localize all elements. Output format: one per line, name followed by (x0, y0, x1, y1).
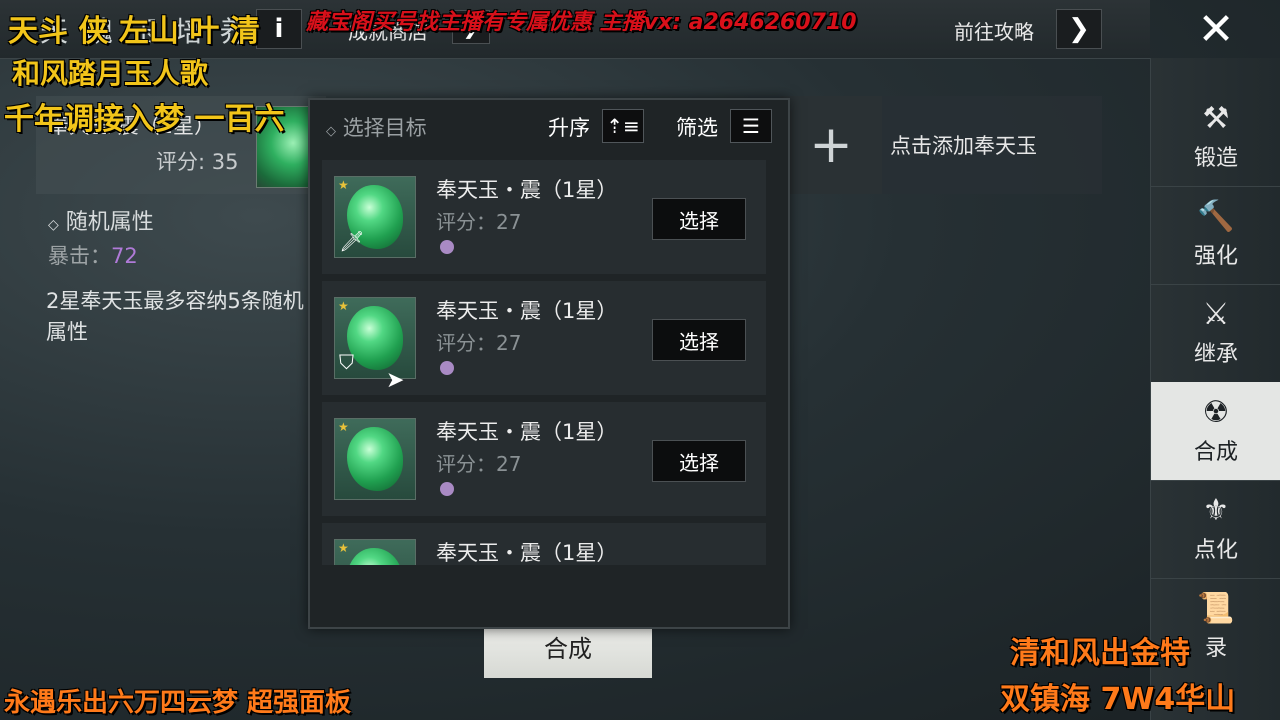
guide-link[interactable]: 前往攻略 (954, 16, 1034, 45)
close-icon: ✕ (1197, 3, 1235, 55)
anvil-icon: ⚒ (1202, 101, 1230, 136)
inherit-icon: ⚔ (1202, 297, 1230, 332)
overlay-top-banner: 藏宝阁买号找主播有专属优惠 主播vx: a2646260710 (306, 10, 857, 35)
info-icon: i (274, 14, 284, 44)
item-name: 奉天玉・震（1星） (436, 178, 618, 202)
gem-icon (347, 548, 403, 565)
hammer-icon: 🔨 (1197, 199, 1235, 234)
sidebar-item-label: 点化 (1193, 538, 1238, 563)
list-item[interactable]: ★ 奉天玉・震（1星） (322, 523, 766, 565)
compose-icon: ☢ (1202, 395, 1230, 430)
star-icon: ★ (338, 420, 349, 434)
popup-title-wrap: ◇ 选择目标 (326, 112, 427, 142)
scroll-icon: 📜 (1197, 591, 1235, 626)
attr-note: 2星奉天玉最多容纳5条随机属性 (46, 289, 304, 344)
selected-item-score: 评分: 35 (156, 150, 239, 174)
sidebar-item-enlighten[interactable]: ⚜ 点化 (1151, 480, 1280, 579)
star-icon: ★ (338, 178, 349, 192)
sidebar-item-enhance[interactable]: 🔨 强化 (1151, 186, 1280, 285)
attr-label: 暴击： (48, 244, 111, 268)
overlay-line-1: 天斗 侠 左山 叶 清 (8, 14, 260, 49)
quality-dot (440, 240, 454, 254)
sidebar-item-label: 强化 (1193, 244, 1238, 269)
select-button[interactable]: 选择 (652, 319, 746, 361)
enlighten-icon: ⚜ (1202, 493, 1230, 528)
sidebar: ⚒ 锻造 🔨 强化 ⚔ 继承 ☢ 合成 ⚜ 点化 📜 录 (1150, 58, 1280, 720)
plus-icon: + (780, 96, 882, 194)
gem-icon (347, 306, 403, 370)
item-name: 奉天玉・震（1星） (436, 299, 618, 323)
item-score: 评分：27 (436, 210, 522, 234)
sidebar-item-inherit[interactable]: ⚔ 继承 (1151, 284, 1280, 383)
shield-icon: ⛉ (339, 350, 354, 374)
sort-ascending-button[interactable]: ⇡≡ (602, 109, 644, 143)
chevron-right-icon: ❯ (1068, 14, 1090, 44)
filter-label: 筛选 (676, 116, 718, 140)
overlay-bottom-left: 永遇乐出六万四云梦 超强面板 (4, 688, 352, 718)
sidebar-item-compose[interactable]: ☢ 合成 (1151, 382, 1280, 481)
attr-value: 72 (111, 244, 138, 268)
guide-arrow-button[interactable]: ❯ (1056, 9, 1102, 49)
close-button[interactable]: ✕ (1184, 0, 1248, 58)
gem-item-icon: ★ ⛉ (334, 297, 416, 379)
add-gem-slot[interactable]: + 点击添加奉天玉 (780, 96, 1102, 194)
select-button[interactable]: 选择 (652, 440, 746, 482)
sidebar-item-forge[interactable]: ⚒ 锻造 (1151, 88, 1280, 187)
random-attr-title: 随机属性 (65, 210, 154, 235)
overlay-line-2: 和风踏月玉人歌 (12, 57, 209, 90)
gem-icon (347, 427, 403, 491)
sort-label: 升序 (548, 116, 590, 140)
filter-button[interactable]: ☰ (730, 109, 772, 143)
list-item[interactable]: ★ 🗡 奉天玉・震（1星） 评分：27 选择 (322, 160, 766, 274)
sidebar-item-label: 合成 (1193, 440, 1238, 465)
star-icon: ★ (338, 299, 349, 313)
list-item[interactable]: ★ 奉天玉・震（1星） 评分：27 选择 (322, 402, 766, 516)
popup-header: ◇ 选择目标 升序 ⇡≡ 筛选 ☰ (310, 100, 788, 152)
info-button[interactable]: i (256, 9, 302, 49)
cursor-icon: ➤ (386, 368, 405, 393)
gem-item-icon: ★ (334, 418, 416, 500)
sidebar-item-label: 继承 (1193, 342, 1238, 367)
item-score: 评分：27 (436, 331, 522, 355)
select-target-popup: ◇ 选择目标 升序 ⇡≡ 筛选 ☰ ★ 🗡 奉天玉・震（1星） 评分：27 选择… (308, 98, 790, 629)
list-icon: ☰ (742, 114, 760, 138)
diamond-bullet-icon: ◇ (48, 217, 59, 233)
star-icon: ★ (338, 541, 349, 555)
overlay-bottom-right-1: 清和风出金特 (1010, 636, 1190, 671)
sidebar-item-label: 锻造 (1193, 146, 1238, 171)
item-name: 奉天玉・震（1星） (436, 420, 618, 444)
overlay-bottom-right-2: 双镇海 7W4华山 (1000, 682, 1236, 717)
gem-item-icon: ★ (334, 539, 416, 565)
select-button[interactable]: 选择 (652, 198, 746, 240)
quality-dot (440, 482, 454, 496)
sidebar-item-label: 录 (1204, 636, 1227, 661)
attr-row: 暴击：72 (48, 240, 138, 270)
item-name: 奉天玉・震（1星） (436, 541, 618, 565)
sword-icon: 🗡 (339, 229, 365, 253)
sort-ascending-icon: ⇡≡ (606, 114, 640, 138)
item-score: 评分：27 (436, 452, 522, 476)
quality-dot (440, 361, 454, 375)
overlay-line-3: 千年调接入梦 一百六 (4, 102, 285, 137)
add-gem-label: 点击添加奉天玉 (890, 134, 1037, 158)
random-attr-section: ◇ 随机属性 (48, 204, 154, 236)
gem-item-icon: ★ 🗡 (334, 176, 416, 258)
popup-title: 选择目标 (342, 116, 427, 140)
diamond-bullet-icon: ◇ (326, 124, 336, 139)
